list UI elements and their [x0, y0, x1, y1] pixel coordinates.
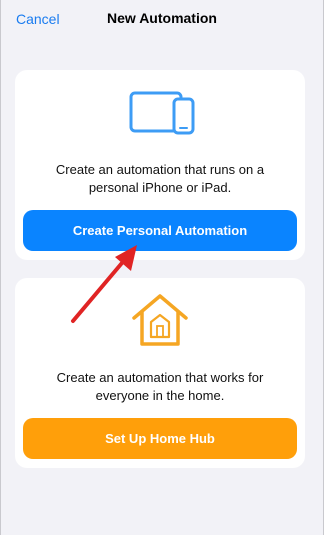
home-icon [132, 294, 188, 346]
personal-automation-description: Create an automation that runs on a pers… [55, 162, 265, 195]
navigation-bar: Cancel New Automation [1, 0, 323, 40]
set-up-home-hub-button[interactable]: Set Up Home Hub [23, 418, 297, 459]
home-automation-description: Create an automation that works for ever… [56, 370, 264, 403]
personal-automation-card: Create an automation that runs on a pers… [15, 70, 305, 260]
page-title: New Automation [107, 10, 217, 26]
home-automation-card: Create an automation that works for ever… [15, 278, 305, 468]
devices-icon [129, 91, 195, 135]
create-personal-automation-button[interactable]: Create Personal Automation [23, 210, 297, 251]
